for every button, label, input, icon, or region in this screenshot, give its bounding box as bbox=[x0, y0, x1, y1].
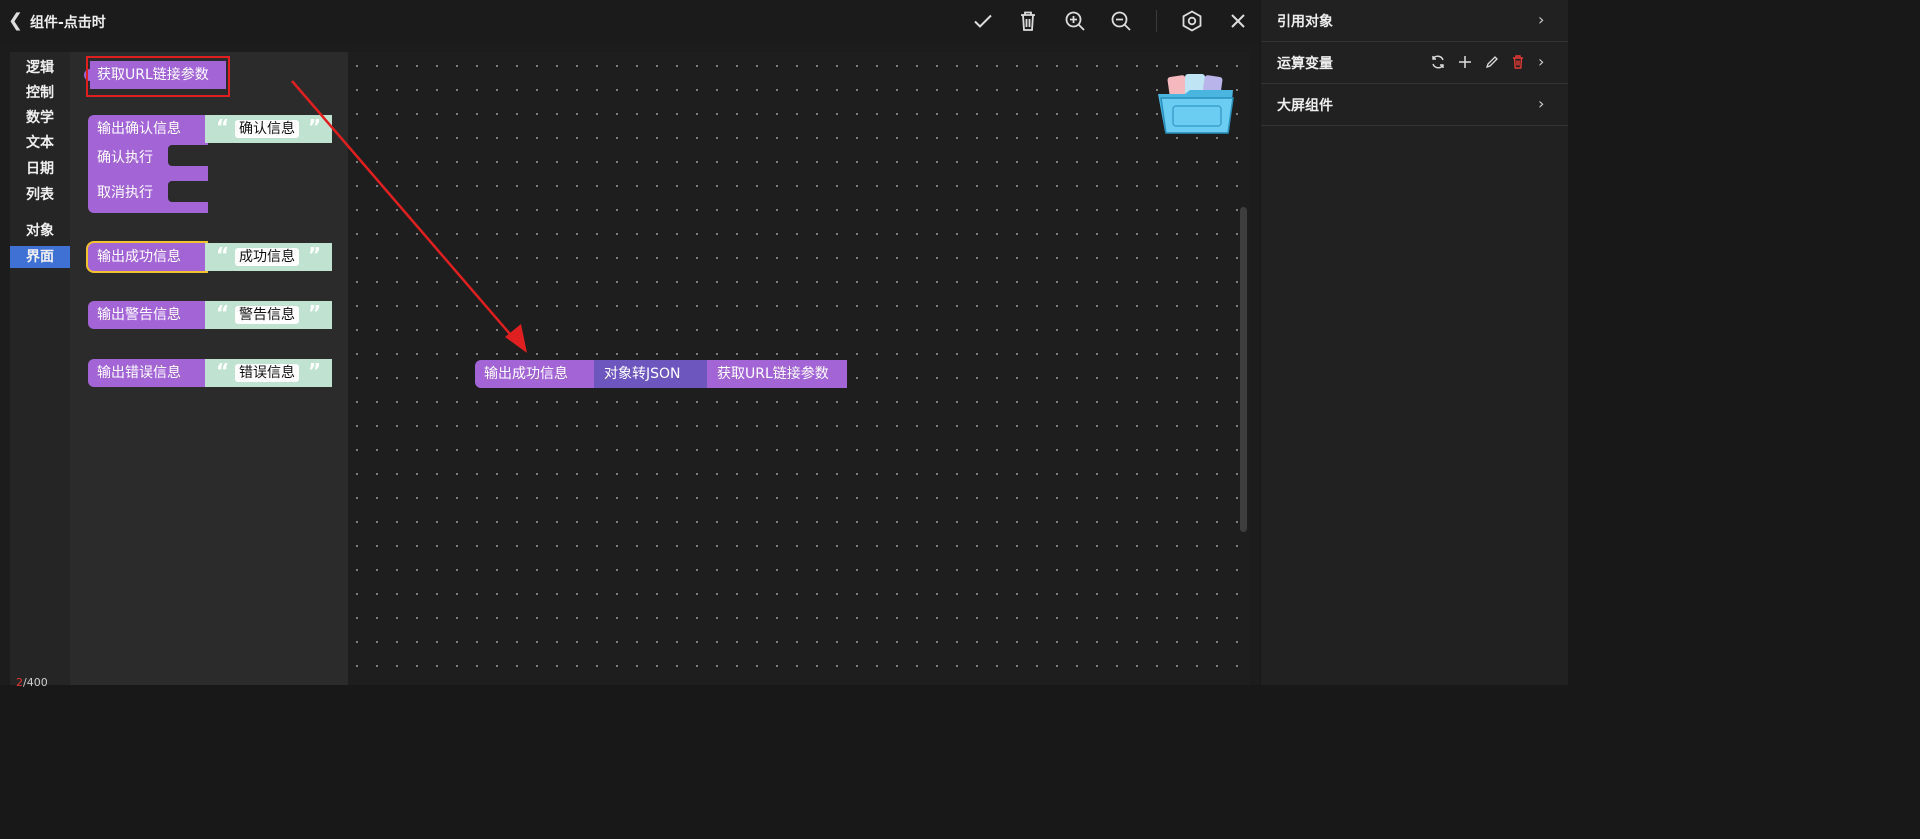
variables-row[interactable]: 运算变量 › bbox=[1261, 42, 1568, 84]
counter-total: /400 bbox=[23, 676, 48, 689]
workspace-scrollbar[interactable] bbox=[1240, 207, 1247, 532]
chevron-right-icon[interactable]: › bbox=[1538, 52, 1552, 72]
chevron-right-icon[interactable]: › bbox=[1538, 94, 1552, 114]
delete-icon[interactable] bbox=[1510, 54, 1526, 70]
block-counter: 2/400 bbox=[16, 676, 48, 689]
right-panel: 引用对象 › 运算变量 › 大屏组件 › bbox=[1261, 0, 1568, 685]
counter-current: 2 bbox=[16, 676, 23, 689]
ref-objects-label: 引用对象 bbox=[1277, 14, 1333, 30]
edit-icon[interactable] bbox=[1484, 54, 1500, 70]
screen-components-label: 大屏组件 bbox=[1277, 98, 1333, 114]
ref-objects-row[interactable]: 引用对象 › bbox=[1261, 0, 1568, 42]
screen-components-row[interactable]: 大屏组件 › bbox=[1261, 84, 1568, 126]
add-icon[interactable] bbox=[1457, 54, 1473, 70]
variables-label: 运算变量 bbox=[1277, 56, 1333, 72]
trashcan-folder-icon[interactable] bbox=[1155, 72, 1239, 138]
chevron-right-icon[interactable]: › bbox=[1538, 10, 1552, 30]
annotation-arrow bbox=[291, 80, 527, 353]
refresh-icon[interactable] bbox=[1430, 54, 1446, 70]
blockly-editor: ❮ 组件-点击时 逻辑 控制 数学 文本 日期 列表 对象 界面 获取URL链接… bbox=[0, 0, 1260, 689]
